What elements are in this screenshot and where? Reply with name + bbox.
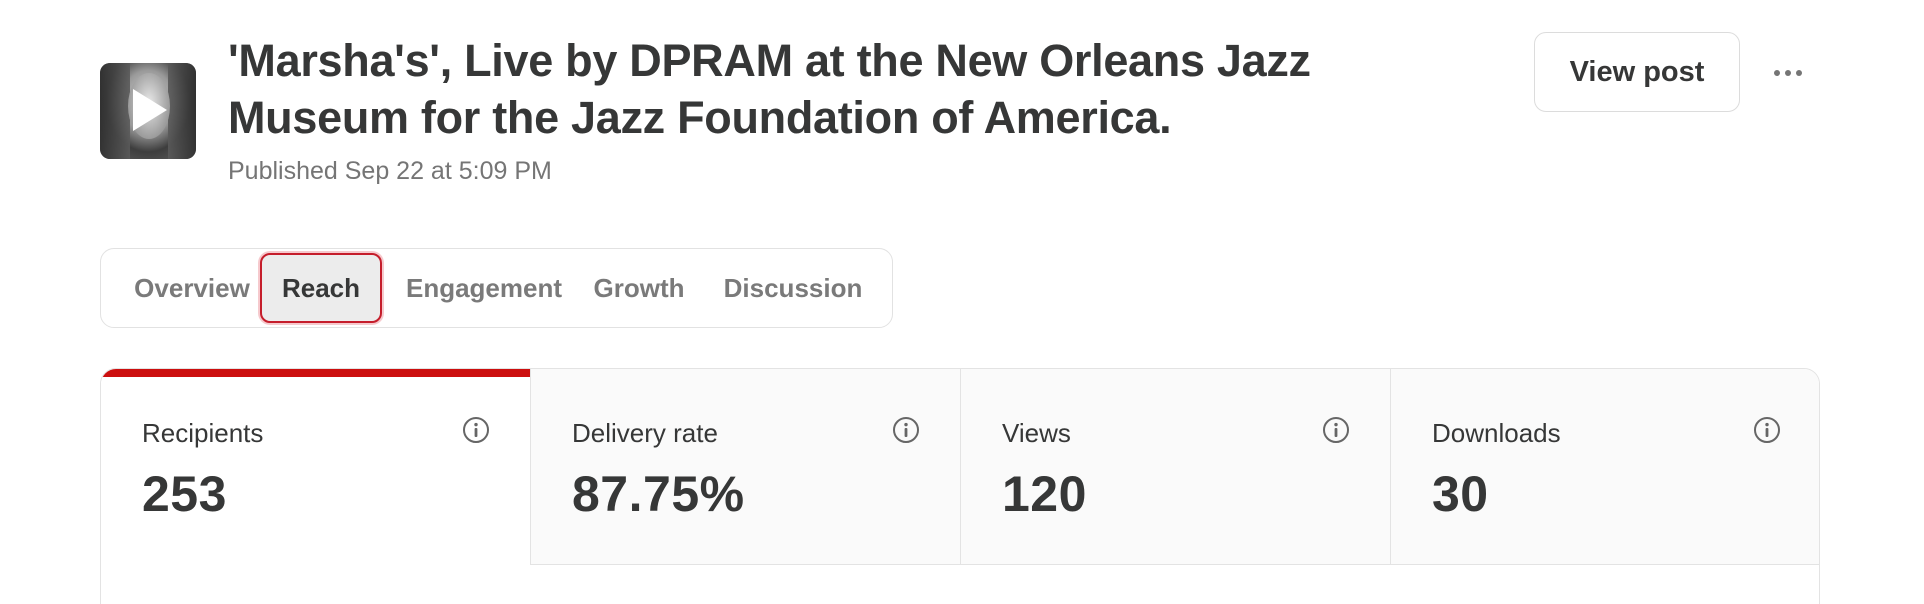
more-dot [1796,70,1802,76]
stat-label: Views [1002,418,1071,448]
thumbnail-photo-right [168,63,196,159]
post-thumbnail[interactable] [100,63,196,159]
stat-value: 87.75% [572,466,745,522]
stat-card-views[interactable]: Views 120 [961,369,1391,565]
thumbnail-photo-left [100,63,130,159]
info-icon[interactable] [462,416,490,444]
stat-label: Delivery rate [572,418,718,448]
play-icon [133,89,167,131]
info-icon[interactable] [1753,416,1781,444]
tab-reach[interactable]: Reach [260,253,382,323]
info-icon[interactable] [892,416,920,444]
tab-overview[interactable]: Overview [119,249,265,327]
post-title: 'Marsha's', Live by DPRAM at the New Orl… [228,35,1311,143]
tab-engagement[interactable]: Engagement [399,249,569,327]
more-dot [1785,70,1791,76]
stat-value: 120 [1002,466,1087,522]
stat-label: Downloads [1432,418,1561,448]
stat-card-delivery-rate[interactable]: Delivery rate 87.75% [531,369,961,565]
more-dot [1774,70,1780,76]
stat-value: 253 [142,466,227,522]
stat-label: Recipients [142,418,264,448]
info-icon[interactable] [1322,416,1350,444]
stats-tabs: Overview Reach Engagement Growth Discuss… [100,248,893,328]
published-date: Published Sep 22 at 5:09 PM [228,157,552,185]
stat-value: 30 [1432,466,1489,522]
view-post-button[interactable]: View post [1534,32,1740,112]
stat-card-downloads[interactable]: Downloads 30 [1391,369,1819,565]
tab-growth[interactable]: Growth [583,249,695,327]
stats-panel: Recipients 253 Delivery rate 87.75% View… [100,368,1820,604]
more-horizontal-icon[interactable] [1768,54,1808,92]
tab-discussion[interactable]: Discussion [711,249,875,327]
stat-card-recipients[interactable]: Recipients 253 [101,369,531,565]
